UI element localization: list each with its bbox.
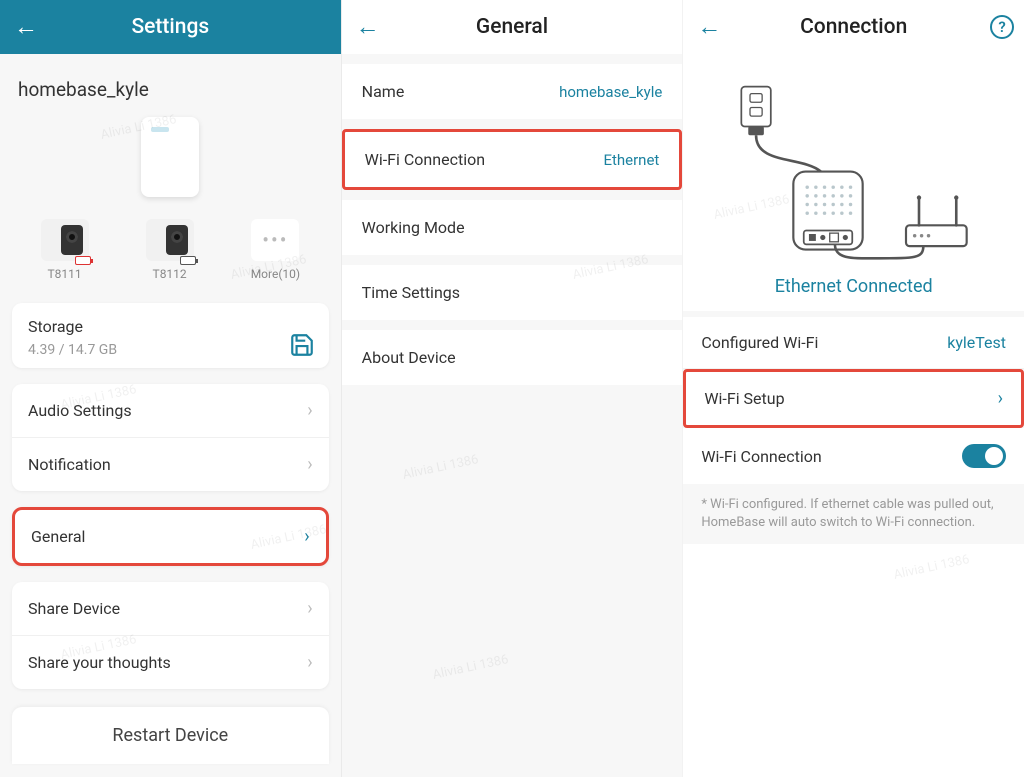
connection-header: ← Connection ? bbox=[683, 0, 1024, 54]
storage-title: Storage bbox=[28, 317, 313, 336]
general-title: General bbox=[476, 15, 548, 39]
storage-card[interactable]: Storage 4.39 / 14.7 GB bbox=[12, 303, 329, 368]
device-more[interactable]: ••• More(10) bbox=[251, 219, 300, 281]
chevron-right-icon: › bbox=[304, 526, 309, 547]
row-wifi-toggle: Wi-Fi Connection bbox=[683, 428, 1024, 484]
chevron-right-icon: › bbox=[307, 454, 312, 475]
device-name: homebase_kyle bbox=[0, 54, 341, 111]
back-arrow-icon[interactable]: ← bbox=[697, 13, 721, 42]
device-label: T8112 bbox=[153, 267, 187, 281]
device-t8111[interactable]: T8111 bbox=[41, 219, 89, 281]
row-label: Notification bbox=[28, 455, 111, 474]
row-label: Audio Settings bbox=[28, 401, 132, 420]
row-time-settings[interactable]: Time Settings bbox=[342, 265, 683, 320]
row-notification[interactable]: Notification › bbox=[12, 437, 329, 491]
back-arrow-icon[interactable]: ← bbox=[356, 13, 380, 42]
row-share-thoughts[interactable]: Share your thoughts › bbox=[12, 635, 329, 689]
device-t8112[interactable]: T8112 bbox=[146, 219, 194, 281]
devices-row: T8111 T8112 ••• More(10) bbox=[0, 213, 341, 295]
row-label: Wi-Fi Connection bbox=[365, 150, 485, 169]
general-header: ← General bbox=[342, 0, 683, 54]
chevron-right-icon: › bbox=[307, 652, 312, 673]
device-label: More(10) bbox=[251, 267, 300, 281]
row-wifi-setup[interactable]: Wi-Fi Setup › bbox=[683, 369, 1024, 428]
settings-title: Settings bbox=[131, 15, 209, 39]
row-label: Share Device bbox=[28, 599, 120, 618]
settings-list-1: Audio Settings › Notification › bbox=[12, 384, 329, 491]
restart-device-button[interactable]: Restart Device bbox=[12, 707, 329, 764]
storage-value: 4.39 / 14.7 GB bbox=[28, 342, 313, 358]
settings-header: ← Settings bbox=[0, 0, 341, 54]
settings-list-2: Share Device › Share your thoughts › bbox=[12, 582, 329, 689]
row-about-device[interactable]: About Device bbox=[342, 330, 683, 385]
wifi-toggle[interactable] bbox=[962, 444, 1006, 468]
row-value: Ethernet bbox=[603, 151, 659, 169]
help-icon[interactable]: ? bbox=[990, 15, 1014, 39]
wifi-note: * Wi-Fi configured. If ethernet cable wa… bbox=[683, 484, 1024, 544]
row-configured-wifi[interactable]: Configured Wi-Fi kyleTest bbox=[683, 317, 1024, 369]
row-label: Time Settings bbox=[362, 283, 460, 302]
back-arrow-icon[interactable]: ← bbox=[14, 13, 38, 42]
row-wifi-connection[interactable]: Wi-Fi Connection Ethernet bbox=[342, 129, 683, 190]
camera-icon bbox=[41, 219, 89, 261]
save-icon bbox=[289, 332, 315, 358]
connection-panel: ← Connection ? bbox=[682, 0, 1024, 777]
row-label: Wi-Fi Connection bbox=[701, 447, 821, 466]
row-label: Wi-Fi Setup bbox=[704, 389, 784, 408]
camera-icon bbox=[146, 219, 194, 261]
general-body: Name homebase_kyle Wi-Fi Connection Ethe… bbox=[342, 54, 683, 777]
row-value: homebase_kyle bbox=[559, 83, 662, 101]
row-label: Share your thoughts bbox=[28, 653, 171, 672]
ethernet-diagram-icon bbox=[724, 74, 984, 264]
row-name[interactable]: Name homebase_kyle bbox=[342, 64, 683, 119]
general-panel: ← General Name homebase_kyle Wi-Fi Conne… bbox=[341, 0, 683, 777]
connection-title: Connection bbox=[800, 15, 907, 39]
row-label: General bbox=[31, 527, 85, 546]
row-working-mode[interactable]: Working Mode bbox=[342, 200, 683, 255]
row-label: Name bbox=[362, 82, 405, 101]
chevron-right-icon: › bbox=[307, 598, 312, 619]
row-value: kyleTest bbox=[947, 333, 1006, 352]
row-general[interactable]: General › bbox=[12, 507, 329, 566]
settings-panel: ← Settings homebase_kyle T8111 T8112 •••… bbox=[0, 0, 341, 777]
more-icon: ••• bbox=[251, 219, 299, 261]
homebase-image bbox=[0, 111, 341, 213]
row-label: About Device bbox=[362, 348, 456, 367]
row-audio-settings[interactable]: Audio Settings › bbox=[12, 384, 329, 437]
chevron-right-icon: › bbox=[998, 388, 1003, 409]
device-label: T8111 bbox=[47, 267, 81, 281]
watermark: Alivia Li 1386 bbox=[893, 552, 972, 583]
row-label: Configured Wi-Fi bbox=[701, 333, 818, 352]
chevron-right-icon: › bbox=[307, 400, 312, 421]
connection-status: Ethernet Connected bbox=[703, 276, 1004, 297]
connection-list: Configured Wi-Fi kyleTest Wi-Fi Setup › … bbox=[683, 311, 1024, 544]
connection-illustration: Ethernet Connected bbox=[683, 54, 1024, 311]
row-label: Working Mode bbox=[362, 218, 465, 237]
homebase-icon bbox=[141, 117, 199, 197]
row-share-device[interactable]: Share Device › bbox=[12, 582, 329, 635]
